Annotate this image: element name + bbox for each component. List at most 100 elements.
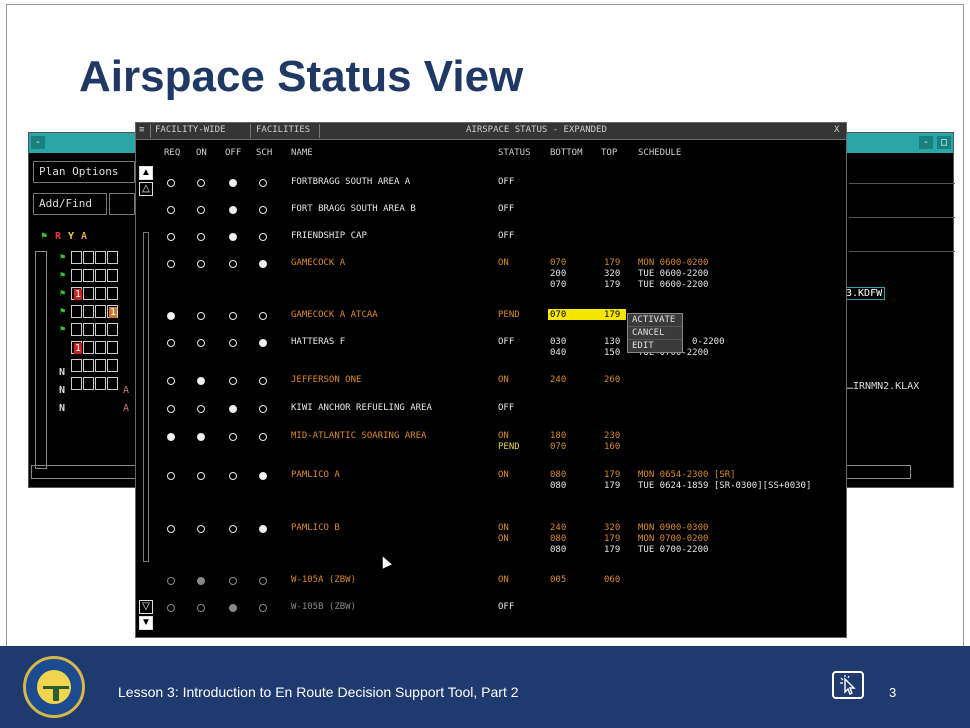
- airspace-name[interactable]: JEFFERSON ONE: [291, 375, 361, 385]
- column-header-top[interactable]: TOP: [601, 148, 617, 158]
- scroll-bottom-icon[interactable]: ▼: [139, 616, 153, 630]
- menu-item-edit[interactable]: EDIT: [628, 340, 682, 352]
- grid-cell[interactable]: [83, 323, 94, 336]
- radio-sch[interactable]: [259, 577, 267, 585]
- airspace-name[interactable]: W-105A (ZBW): [291, 575, 356, 585]
- radio-on[interactable]: [197, 233, 205, 241]
- window-menu-icon[interactable]: ≡: [139, 125, 144, 135]
- radio-off[interactable]: [229, 206, 237, 214]
- grid-cell[interactable]: [71, 305, 82, 318]
- grid-cell[interactable]: [107, 377, 118, 390]
- radio-sch[interactable]: [259, 339, 267, 347]
- grid-cell[interactable]: [95, 341, 106, 354]
- column-header-name[interactable]: NAME: [291, 148, 313, 158]
- minimize-icon[interactable]: -: [919, 136, 933, 149]
- scroll-up-icon[interactable]: △: [139, 182, 153, 196]
- flight-list-scrollbar[interactable]: [35, 251, 47, 469]
- radio-req[interactable]: [167, 405, 175, 413]
- plan-options-menu[interactable]: Plan Options: [33, 161, 135, 183]
- add-find-button[interactable]: Add/Find: [33, 193, 107, 215]
- radio-sch[interactable]: [259, 377, 267, 385]
- radio-req[interactable]: [167, 260, 175, 268]
- grid-cell[interactable]: [107, 251, 118, 264]
- grid-cell[interactable]: [95, 359, 106, 372]
- grid-cell[interactable]: [71, 251, 82, 264]
- radio-req[interactable]: [167, 472, 175, 480]
- grid-cell[interactable]: [107, 287, 118, 300]
- schedule-entry[interactable]: TUE 0600-2200: [638, 269, 708, 279]
- schedule-entry[interactable]: MON 0700-0200: [638, 534, 708, 544]
- radio-on[interactable]: [197, 260, 205, 268]
- radio-on[interactable]: [197, 312, 205, 320]
- airspace-name[interactable]: W-105B (ZBW): [291, 602, 356, 612]
- grid-cell[interactable]: [95, 377, 106, 390]
- grid-cell[interactable]: [83, 359, 94, 372]
- schedule-entry[interactable]: TUE 0600-2200: [638, 280, 708, 290]
- radio-sch[interactable]: [259, 206, 267, 214]
- radio-off[interactable]: [229, 472, 237, 480]
- radio-off[interactable]: [229, 405, 237, 413]
- radio-sch[interactable]: [259, 525, 267, 533]
- grid-cell[interactable]: [107, 341, 118, 354]
- grid-cell[interactable]: [71, 323, 82, 336]
- column-header-schedule[interactable]: SCHEDULE: [638, 148, 681, 158]
- radio-on[interactable]: [197, 604, 205, 612]
- grid-cell[interactable]: [107, 269, 118, 282]
- menu-item-activate[interactable]: ACTIVATE: [628, 314, 682, 327]
- flight-id-selected[interactable]: 3.KDFW: [843, 287, 886, 300]
- radio-on[interactable]: [197, 525, 205, 533]
- airspace-name[interactable]: FRIENDSHIP CAP: [291, 231, 367, 241]
- radio-off[interactable]: [229, 377, 237, 385]
- tab-facilities[interactable]: FACILITIES: [256, 125, 310, 135]
- grid-cell[interactable]: [95, 305, 106, 318]
- grid-cell[interactable]: [107, 323, 118, 336]
- airspace-name[interactable]: KIWI ANCHOR REFUELING AREA: [291, 403, 432, 413]
- airspace-name[interactable]: PAMLICO A: [291, 470, 340, 480]
- scroll-top-icon[interactable]: ▲: [139, 166, 153, 180]
- radio-off[interactable]: [229, 312, 237, 320]
- radio-on[interactable]: [197, 339, 205, 347]
- schedule-entry[interactable]: MON 0600-0200: [638, 258, 708, 268]
- add-find-input[interactable]: [109, 193, 135, 215]
- grid-cell[interactable]: [71, 377, 82, 390]
- airspace-name[interactable]: GAMECOCK A ATCAA: [291, 310, 378, 320]
- grid-cell[interactable]: [83, 305, 94, 318]
- radio-on[interactable]: [197, 206, 205, 214]
- airspace-name[interactable]: HATTERAS F: [291, 337, 345, 347]
- radio-sch[interactable]: [259, 433, 267, 441]
- radio-off[interactable]: [229, 604, 237, 612]
- scroll-thumb[interactable]: [143, 232, 149, 562]
- radio-sch[interactable]: [259, 179, 267, 187]
- radio-req[interactable]: [167, 179, 175, 187]
- tab-facility-wide[interactable]: FACILITY-WIDE: [155, 125, 225, 135]
- radio-off[interactable]: [229, 260, 237, 268]
- radio-sch[interactable]: [259, 233, 267, 241]
- radio-on[interactable]: [197, 577, 205, 585]
- column-header-status[interactable]: STATUS: [498, 148, 531, 158]
- airspace-name[interactable]: PAMLICO B: [291, 523, 340, 533]
- column-header-off[interactable]: OFF: [225, 148, 241, 158]
- radio-sch[interactable]: [259, 472, 267, 480]
- grid-cell[interactable]: [71, 359, 82, 372]
- grid-cell[interactable]: [95, 287, 106, 300]
- radio-req[interactable]: [167, 577, 175, 585]
- radio-on[interactable]: [197, 405, 205, 413]
- radio-on[interactable]: [197, 179, 205, 187]
- window-menu-icon[interactable]: -: [31, 136, 45, 149]
- schedule-entry[interactable]: 0-2200: [692, 337, 725, 347]
- airspace-name[interactable]: FORT BRAGG SOUTH AREA B: [291, 204, 416, 214]
- radio-req[interactable]: [167, 604, 175, 612]
- grid-cell[interactable]: [83, 341, 94, 354]
- radio-off[interactable]: [229, 233, 237, 241]
- radio-sch[interactable]: [259, 312, 267, 320]
- radio-off[interactable]: [229, 525, 237, 533]
- maximize-icon[interactable]: □: [937, 136, 951, 149]
- radio-on[interactable]: [197, 377, 205, 385]
- grid-cell[interactable]: [107, 359, 118, 372]
- radio-off[interactable]: [229, 577, 237, 585]
- airspace-name[interactable]: GAMECOCK A: [291, 258, 345, 268]
- radio-off[interactable]: [229, 339, 237, 347]
- radio-req[interactable]: [167, 339, 175, 347]
- radio-req[interactable]: [167, 433, 175, 441]
- radio-off[interactable]: [229, 433, 237, 441]
